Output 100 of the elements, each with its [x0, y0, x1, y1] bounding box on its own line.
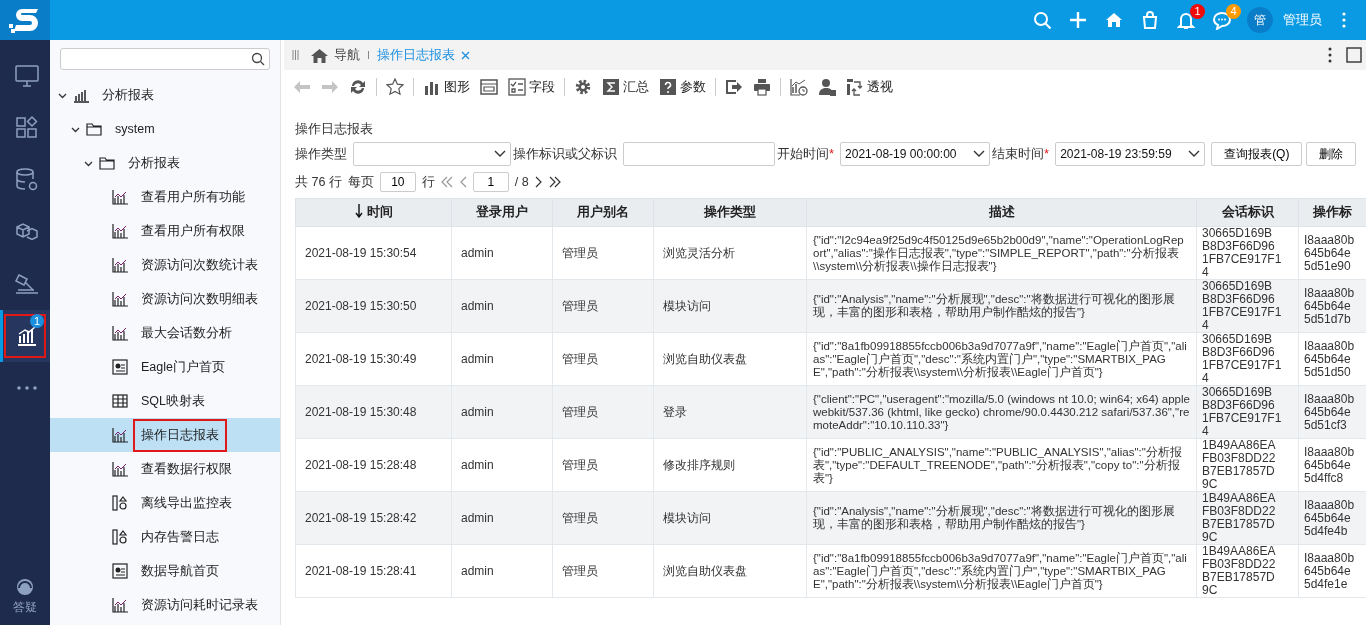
table-cell: 登录 [653, 385, 807, 439]
tree-item[interactable]: 资源访问次数统计表 [50, 248, 280, 282]
tree-item[interactable]: 内存告警日志 [50, 520, 280, 554]
tree-item[interactable]: 数据导航首页 [50, 554, 280, 588]
line-chart-icon [112, 427, 128, 443]
tree-item[interactable]: system [50, 112, 280, 146]
table-cell: 管理员 [552, 385, 654, 439]
table-cell: 30665D169B B8D3F66D96 1FB7CE917F1 4 [1196, 385, 1299, 439]
count-badge: 4 [1226, 3, 1241, 19]
user-avatar[interactable]: 管 [1247, 7, 1273, 33]
table-cell: 管理员 [552, 279, 654, 333]
pivot-icon [846, 78, 864, 96]
tree-item[interactable]: 操作日志报表 [50, 418, 280, 452]
table-cell: admin [451, 544, 553, 598]
apps-icon [13, 115, 40, 141]
field-label: 结束时间* [992, 145, 1050, 163]
home-icon [1105, 10, 1123, 30]
table-cell: admin [451, 438, 553, 492]
tree-item[interactable]: Eagle门户首页 [50, 350, 280, 384]
next-page-icon[interactable] [534, 176, 543, 188]
table-cell: 模块访问 [653, 279, 807, 333]
input-field[interactable] [623, 142, 775, 166]
table-cell: admin [451, 332, 553, 386]
table-cell: admin [451, 226, 553, 280]
table-cell: 浏览灵活分析 [653, 226, 807, 280]
row-count: 共 76 行 [295, 173, 342, 191]
table-cell: 浏览自助仪表盘 [653, 332, 807, 386]
page-size-unit: 行 [421, 173, 435, 191]
column-header[interactable]: 时间 [295, 198, 452, 227]
tree-item[interactable]: 资源访问耗时记录表 [50, 588, 280, 622]
count-badge: 1 [30, 314, 44, 328]
chevron-down-icon [1188, 150, 1201, 158]
more-vertical-icon[interactable] [1328, 47, 1332, 63]
table-cell: 2021-08-19 15:28:41 [295, 544, 452, 598]
search-field[interactable] [60, 48, 270, 70]
line-chart-icon [112, 223, 128, 239]
toolbar-button[interactable]: 汇总 [597, 78, 654, 96]
field-label: 操作类型 [295, 145, 347, 163]
home-icon [311, 47, 328, 63]
line-chart-icon [112, 325, 128, 341]
tree-item[interactable]: 分析报表 [50, 146, 280, 180]
last-page-icon[interactable] [548, 176, 561, 188]
help-button[interactable]: 答疑 [0, 576, 50, 617]
monitor-report-icon [112, 495, 128, 511]
page-size-field[interactable]: 10 [379, 172, 416, 192]
page-size-label: 每页 [347, 173, 374, 191]
tree-item[interactable]: 分析报表 [50, 78, 280, 112]
table-cell: 2021-08-19 15:28:42 [295, 491, 452, 545]
message-icon [1213, 10, 1231, 30]
column-header[interactable]: 登录用户 [451, 198, 553, 227]
column-header[interactable]: 用户别名 [552, 198, 654, 227]
table-cell: 1B49AA86EA FB03F8DD22 B7EB17857D 9C [1196, 544, 1299, 598]
table-cell: admin [451, 385, 553, 439]
query-button[interactable]: 查询报表(Q) [1211, 142, 1303, 166]
table-cell: {"client":"PC","useragent":"mozilla/5.0 (windows nt 10.0; win64; x64) applewebkit/537.36 (khtml, like gecko) chrome/90.0.4430.212 safari/537.36","remoteAddr":"10.10.110.33"} [806, 385, 1197, 439]
toolbar-button[interactable]: 透视 [841, 78, 898, 96]
dropdown[interactable]: 2021-08-19 23:59:59 [1055, 142, 1206, 166]
table-cell: {"id":"Analysis","name":"分析展现","desc":"将数据进行可视化的图形展现，丰富的图形和表格，帮助用户制作酷炫的报告"} [806, 491, 1197, 545]
toolbar-button[interactable]: 字段 [503, 78, 560, 96]
toolbar-button[interactable]: 参数 [654, 78, 711, 96]
monitor-icon [13, 63, 40, 89]
table-cell: {"id":"8a1fb09918855fccb006b3a9d7077a9f","name":"Eagle门户首页","alias":"Eagle门户首页","desc":"系统内置门户","type":"SMARTBIX_PAGE","path":"分析报表\\system\\分析报表\\Eagle门户首页"} [806, 332, 1197, 386]
headset-icon [15, 577, 35, 597]
shopping-bag-icon [1141, 10, 1159, 30]
table-cell: admin [451, 491, 553, 545]
dropdown[interactable]: 2021-08-19 00:00:00 [840, 142, 991, 166]
tree-item[interactable]: 查看用户所有权限 [50, 214, 280, 248]
toolbar-button[interactable]: 图形 [418, 78, 475, 96]
query-button[interactable]: 删除 [1306, 142, 1357, 166]
table-cell: 管理员 [552, 226, 654, 280]
tree-item[interactable]: 最大会话数分析 [50, 316, 280, 350]
folder-icon [99, 155, 115, 171]
tree-item[interactable]: 离线导出监控表 [50, 486, 280, 520]
maximize-icon[interactable] [1346, 47, 1362, 63]
line-chart-icon [112, 597, 128, 613]
table-cell: 30665D169B B8D3F66D96 1FB7CE917F1 4 [1196, 279, 1299, 333]
tree-item[interactable]: 查看数据行权限 [50, 452, 280, 486]
tree-item[interactable]: 资源访问次数明细表 [50, 282, 280, 316]
portal-page-icon [112, 359, 128, 375]
forward-arrow-icon [321, 78, 339, 96]
field-label: 开始时间* [777, 145, 835, 163]
close-icon[interactable] [461, 50, 470, 60]
column-header[interactable]: 操作标 [1298, 198, 1366, 227]
export-icon [725, 78, 743, 96]
line-chart-icon [112, 291, 128, 307]
notification-icon [1177, 10, 1195, 30]
tab[interactable]: 导航 [303, 40, 368, 70]
line-chart-icon [112, 461, 128, 477]
previous-page-icon[interactable] [458, 176, 467, 188]
table-cell: 2021-08-19 15:30:50 [295, 279, 452, 333]
table-cell: 1B49AA86EA FB03F8DD22 B7EB17857D 9C [1196, 438, 1299, 492]
column-header[interactable]: 会话标识 [1196, 198, 1299, 227]
tree-item[interactable]: SQL映射表 [50, 384, 280, 418]
column-header[interactable]: 操作类型 [653, 198, 807, 227]
first-page-icon[interactable] [440, 176, 453, 188]
monitor-report-icon [112, 529, 128, 545]
required-mark: * [829, 146, 835, 161]
page-number-field[interactable]: 1 [472, 172, 509, 192]
column-header[interactable]: 描述 [806, 198, 1197, 227]
tree-item[interactable]: 查看用户所有功能 [50, 180, 280, 214]
